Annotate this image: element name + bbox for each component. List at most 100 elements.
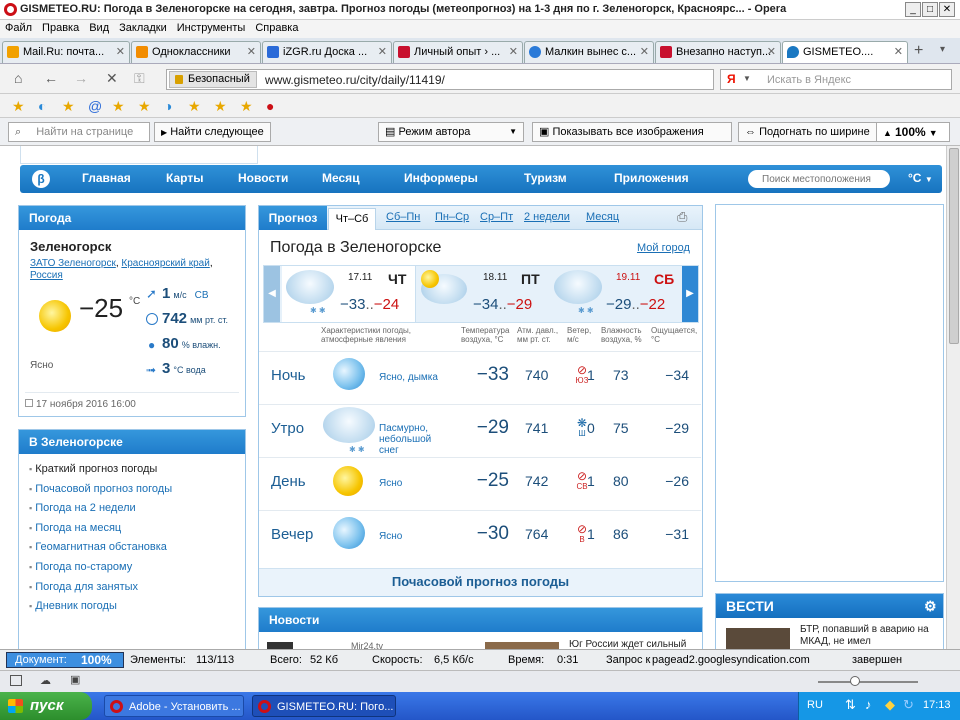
nav-month[interactable]: Месяц (322, 171, 360, 185)
menu-file[interactable]: Файл (0, 20, 37, 36)
tab-mon-wed[interactable]: Пн–Ср (435, 211, 469, 223)
fit-width-button[interactable]: ⇔ Подогнать по ширине (738, 122, 877, 142)
search-field[interactable]: Я ▼ Искать в Яндекс (720, 69, 952, 90)
minimize-button[interactable]: _ (905, 2, 921, 17)
star-icon[interactable]: ★ (240, 98, 253, 115)
link-short-forecast[interactable]: ▪ Краткий прогноз погоды (29, 460, 172, 480)
start-button[interactable]: пуск (0, 692, 92, 720)
nav-informers[interactable]: Информеры (404, 171, 478, 185)
star-icon[interactable]: ★ (214, 98, 227, 115)
menu-view[interactable]: Вид (84, 20, 114, 36)
scroll-left-button[interactable]: ◀ (264, 266, 280, 322)
tab-lichny-opyt[interactable]: Личный опыт › ... ✕ (393, 41, 523, 63)
opera-icon[interactable]: ● (266, 98, 274, 114)
find-input[interactable]: ⌕ Найти на странице (8, 122, 150, 142)
back-icon[interactable]: ← (44, 70, 58, 86)
star-icon[interactable]: ★ (188, 98, 201, 115)
news-item-2[interactable]: Юг России ждет сильный (569, 639, 686, 649)
page-scrollbar[interactable] (946, 146, 960, 649)
unite-icon[interactable]: ▣ (70, 673, 80, 686)
tab-izgr[interactable]: iZGR.ru Доска ... ✕ (262, 41, 392, 63)
menu-tools[interactable]: Инструменты (172, 20, 251, 36)
tab-malkin[interactable]: Малкин вынес с... ✕ (524, 41, 654, 63)
globe-icon[interactable]: ◐ (38, 98, 46, 114)
tab-mailru[interactable]: Mail.Ru: почта... ✕ (2, 41, 130, 63)
star-icon[interactable]: ★ (112, 98, 125, 115)
close-tab-icon[interactable]: ✕ (640, 42, 649, 62)
link-two-weeks[interactable]: ▪ Погода на 2 недели (29, 499, 172, 519)
forward-icon[interactable]: → (74, 70, 88, 86)
nav-tourism[interactable]: Туризм (524, 171, 567, 185)
my-city-link[interactable]: Мой город (637, 242, 690, 254)
tab-gismeteo[interactable]: GISMETEO.... ✕ (782, 41, 908, 63)
close-tab-icon[interactable]: ✕ (247, 42, 256, 62)
globe-icon[interactable]: ◑ (164, 98, 172, 114)
yandex-icon[interactable]: Я (727, 72, 736, 86)
home-icon[interactable]: ⌂ (14, 70, 22, 86)
link-diary[interactable]: ▪ Дневник погоды (29, 597, 172, 617)
link-month[interactable]: ▪ Погода на месяц (29, 519, 172, 539)
restore-button[interactable]: □ (922, 2, 938, 17)
unit-selector[interactable]: °C ▼ (908, 171, 933, 185)
tab-odnoklassniki[interactable]: Одноклассники ✕ (131, 41, 261, 63)
nav-news[interactable]: Новости (238, 171, 288, 185)
close-tab-icon[interactable]: ✕ (378, 42, 387, 62)
tab-month[interactable]: Месяц (586, 211, 619, 223)
link-busy[interactable]: ▪ Погода для занятых (29, 578, 172, 598)
volume-icon[interactable]: ♪ (865, 697, 872, 712)
tab-wed-fri[interactable]: Ср–Пт (480, 211, 513, 223)
day-card-thu[interactable]: ✱ ✱ 17.11 ЧТ −33..−24 (282, 266, 416, 322)
news-item-1[interactable]: Mir24.tv (351, 641, 383, 649)
region-link-zato[interactable]: ЗАТО Зеленогорск (30, 258, 116, 269)
tab-sat-mon[interactable]: Сб–Пн (386, 211, 420, 223)
nav-maps[interactable]: Карты (166, 171, 203, 185)
network-icon[interactable]: ⇅ (845, 697, 856, 713)
day-card-sat[interactable]: ✱ ✱ 19.11 СБ −29..−22 (550, 266, 682, 322)
menu-bookmarks[interactable]: Закладки (114, 20, 172, 36)
printer-icon[interactable]: ⎙ (677, 209, 687, 225)
find-next-button[interactable]: ▶ Найти следующее (154, 122, 271, 142)
close-tab-icon[interactable]: ✕ (116, 42, 125, 62)
zoom-slider-thumb[interactable] (850, 676, 860, 686)
nav-home[interactable]: Главная (82, 171, 131, 185)
security-shield-icon[interactable]: ◆ (885, 697, 895, 713)
turbo-icon[interactable]: ☁ (40, 674, 51, 687)
key-icon[interactable]: ⚿ (134, 70, 145, 87)
hourly-forecast-link[interactable]: Почасовой прогноз погоды (392, 574, 569, 589)
close-tab-icon[interactable]: ✕ (509, 42, 518, 62)
tab-vnezapno[interactable]: Внезапно наступ... ✕ (655, 41, 781, 63)
link-hourly-forecast[interactable]: ▪ Почасовой прогноз погоды (29, 480, 172, 500)
show-images-button[interactable]: ▣ Показывать все изображения (532, 122, 732, 142)
gear-icon[interactable]: ⚙ (924, 594, 937, 618)
author-mode-dropdown[interactable]: ▤ Режим автора ▼ (378, 122, 524, 142)
panel-toggle-icon[interactable] (10, 675, 22, 686)
news-thumb-2[interactable] (485, 642, 559, 649)
day-card-fri[interactable]: 18.11 ПТ −34..−29 (417, 266, 549, 322)
menu-help[interactable]: Справка (250, 20, 303, 36)
at-icon[interactable]: @ (88, 98, 102, 114)
gismeteo-logo-icon[interactable]: β (32, 170, 50, 188)
taskbar-button-gismeteo[interactable]: GISMETEO.RU: Погo... (252, 695, 396, 717)
link-geomagnetic[interactable]: ▪ Геомагнитная обстановка (29, 538, 172, 558)
tab-two-weeks[interactable]: 2 недели (524, 211, 570, 223)
nav-apps[interactable]: Приложения (614, 171, 689, 185)
clock[interactable]: 17:13 (923, 699, 951, 711)
scrollbar-thumb[interactable] (949, 148, 959, 344)
zoom-select[interactable]: ▲ 100% ▼ (876, 122, 950, 142)
news-thumb-1[interactable] (267, 642, 293, 649)
tab-menu-icon[interactable]: ▾ (940, 44, 945, 55)
new-tab-icon[interactable]: + (914, 42, 923, 60)
location-search-input[interactable] (748, 170, 890, 188)
vesti-headline[interactable]: БТР, попавший в аварию на МКАД, не имел (800, 624, 940, 648)
language-indicator[interactable]: RU (807, 699, 823, 711)
chevron-down-icon[interactable]: ▼ (743, 74, 751, 83)
zoom-slider[interactable] (818, 681, 918, 683)
stop-icon[interactable]: ✕ (106, 70, 118, 87)
hourly-forecast-bar[interactable]: Почасовой прогноз погоды (259, 568, 702, 596)
region-link-krai[interactable]: Красноярский край (121, 258, 209, 269)
taskbar-button-adobe[interactable]: Adobe - Установить ... (104, 695, 244, 717)
security-badge[interactable]: Безопасный (169, 71, 257, 88)
tab-thu-sat[interactable]: Чт–Сб (328, 208, 376, 230)
menu-edit[interactable]: Правка (37, 20, 84, 36)
star-icon[interactable]: ★ (138, 98, 151, 115)
